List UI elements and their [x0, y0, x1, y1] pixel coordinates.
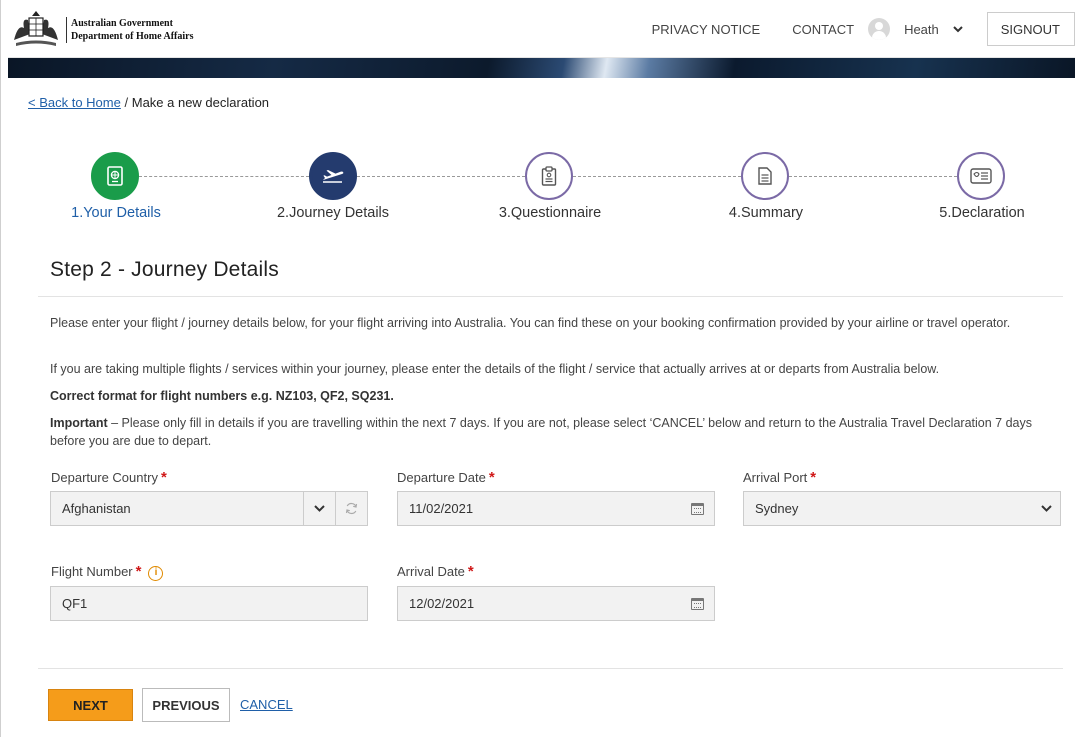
calendar-icon[interactable]: [691, 502, 704, 515]
departure-country-label: Departure Country *: [51, 469, 167, 486]
flight-number-label-text: Flight Number: [51, 564, 133, 579]
privacy-notice-link[interactable]: PRIVACY NOTICE: [652, 22, 761, 37]
previous-button[interactable]: PREVIOUS: [142, 688, 230, 722]
arrival-port-label: Arrival Port *: [743, 469, 816, 486]
chevron-down-icon[interactable]: [1032, 492, 1060, 525]
step-5-label[interactable]: 5.Declaration: [902, 205, 1062, 221]
important-label: Important: [50, 416, 108, 430]
instruction-paragraph-1: Please enter your flight / journey detai…: [50, 316, 1011, 330]
instruction-paragraph-2: If you are taking multiple flights / ser…: [50, 362, 940, 376]
required-mark: *: [160, 469, 167, 486]
user-menu[interactable]: Heath: [868, 18, 963, 40]
arrival-port-select[interactable]: Sydney: [743, 491, 1061, 526]
step-connector: [139, 176, 309, 177]
departure-date-label: Departure Date *: [397, 469, 495, 486]
breadcrumb-current: Make a new declaration: [131, 95, 270, 110]
breadcrumb: < Back to Home / Make a new declaration: [28, 95, 269, 110]
step-2-circle[interactable]: [309, 152, 357, 200]
page-title: Step 2 - Journey Details: [50, 258, 279, 281]
arrival-date-input[interactable]: 12/02/2021: [397, 586, 715, 621]
document-icon: [758, 167, 772, 185]
chevron-down-icon[interactable]: [303, 492, 335, 525]
id-card-icon: [970, 168, 992, 184]
gov-logo[interactable]: Australian Government Department of Home…: [10, 10, 193, 50]
step-1-label[interactable]: 1.Your Details: [36, 205, 196, 221]
flight-format-hint: Correct format for flight numbers e.g. N…: [50, 387, 1060, 405]
info-icon[interactable]: i: [148, 566, 164, 581]
arrival-port-value: Sydney: [755, 501, 799, 516]
flight-format-hint-text: Correct format for flight numbers e.g. N…: [50, 389, 394, 403]
breadcrumb-separator: /: [124, 95, 129, 110]
arrival-date-label: Arrival Date *: [397, 563, 474, 580]
step-connector: [357, 176, 525, 177]
left-border: [0, 0, 8, 737]
step-3-circle[interactable]: [525, 152, 573, 200]
important-text: – Please only fill in details if you are…: [50, 416, 1032, 448]
departure-date-value: 11/02/2021: [409, 501, 474, 516]
step-1-circle[interactable]: [91, 152, 139, 200]
header-banner-image: [8, 58, 1075, 78]
signout-button[interactable]: SIGNOUT: [986, 12, 1075, 46]
divider: [38, 296, 1063, 297]
avatar-icon: [868, 18, 891, 40]
gov-name: Australian Government: [71, 18, 173, 29]
required-mark: *: [810, 469, 817, 486]
step-3-label[interactable]: 3.Questionnaire: [470, 205, 630, 221]
progress-stepper: 1.Your Details 2.Journey Details 3.Quest…: [0, 147, 1075, 237]
dept-name: Department of Home Affairs: [71, 31, 194, 42]
important-notice: Important – Please only fill in details …: [50, 414, 1060, 450]
step-4-circle[interactable]: [741, 152, 789, 200]
departure-date-label-text: Departure Date: [397, 470, 486, 485]
header-nav: PRIVACY NOTICE CONTACT Heath SIGNOUT: [652, 10, 1075, 48]
user-name: Heath: [904, 21, 939, 37]
refresh-icon[interactable]: [335, 492, 367, 525]
flight-number-label: Flight Number * i: [51, 563, 164, 581]
passport-icon: [107, 166, 123, 186]
arrival-port-label-text: Arrival Port: [743, 470, 808, 485]
step-4-label[interactable]: 4.Summary: [686, 205, 846, 221]
site-header: Australian Government Department of Home…: [0, 0, 1075, 58]
step-connector: [573, 176, 741, 177]
divider: [38, 668, 1063, 669]
departure-country-value: Afghanistan: [62, 501, 131, 516]
arrival-date-value: 12/02/2021: [409, 596, 475, 611]
next-button[interactable]: NEXT: [48, 689, 133, 721]
clipboard-icon: [541, 166, 557, 186]
step-connector: [789, 176, 957, 177]
required-mark: *: [467, 563, 474, 580]
airplane-icon: [323, 170, 344, 183]
departure-country-label-text: Departure Country: [51, 470, 158, 485]
step-2-label[interactable]: 2.Journey Details: [253, 205, 413, 221]
flight-number-input[interactable]: QF1: [50, 586, 368, 621]
cancel-link[interactable]: CANCEL: [240, 697, 293, 712]
departure-date-input[interactable]: 11/02/2021: [397, 491, 715, 526]
step-5-circle[interactable]: [957, 152, 1005, 200]
arrival-date-label-text: Arrival Date: [397, 564, 465, 579]
required-mark: *: [135, 563, 142, 580]
back-to-home-link[interactable]: < Back to Home: [28, 95, 121, 110]
coat-of-arms-icon: [14, 11, 58, 46]
chevron-down-icon: [953, 25, 963, 32]
calendar-icon[interactable]: [691, 597, 704, 610]
gov-logo-text: Australian Government Department of Home…: [66, 17, 193, 43]
required-mark: *: [488, 469, 495, 486]
contact-link[interactable]: CONTACT: [792, 22, 854, 37]
flight-number-value: QF1: [62, 596, 88, 611]
departure-country-select[interactable]: Afghanistan: [50, 491, 368, 526]
